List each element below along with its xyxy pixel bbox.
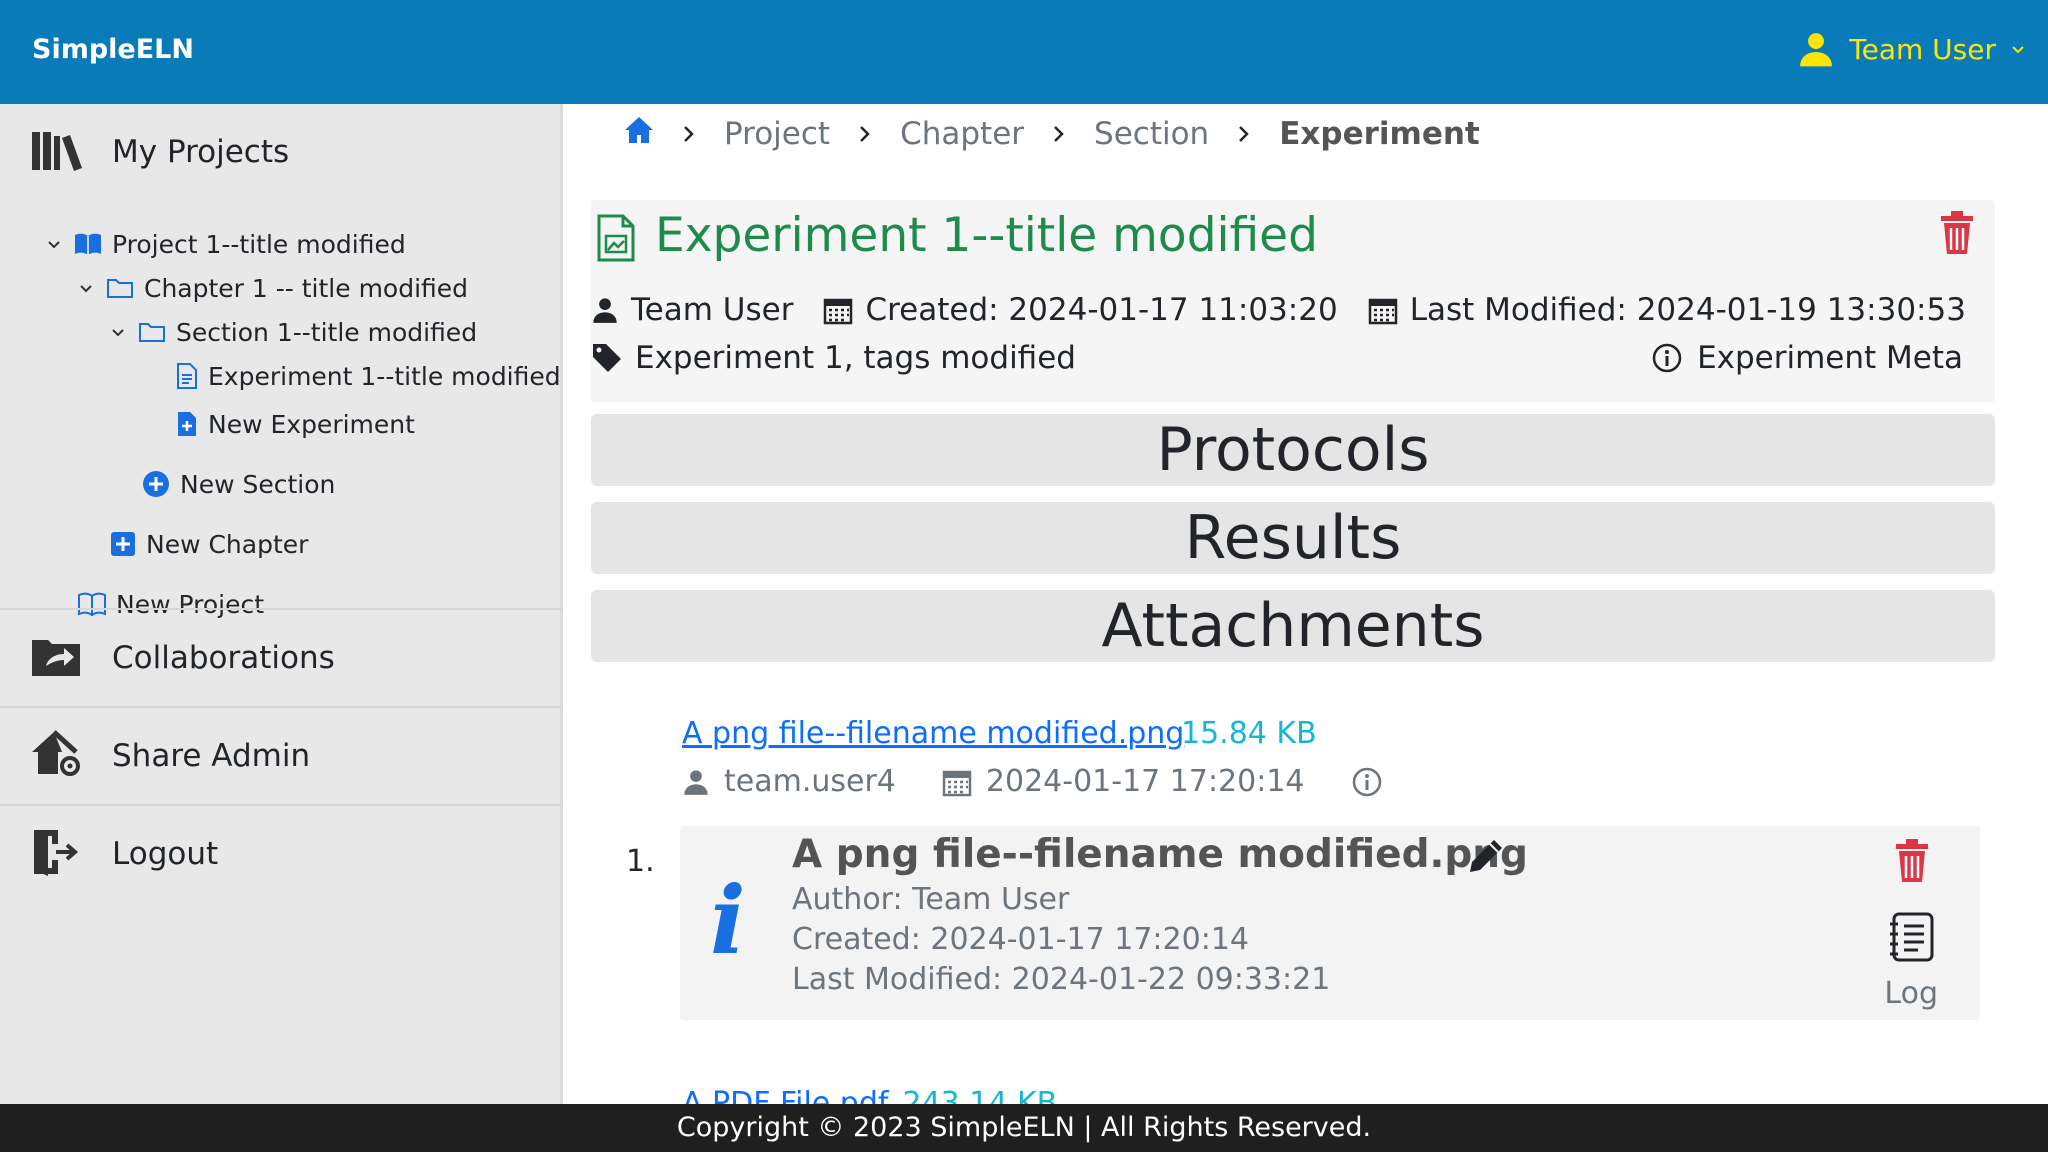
breadcrumb-chapter[interactable]: Chapter xyxy=(900,116,1024,152)
footer: Copyright © 2023 SimpleELN | All Rights … xyxy=(0,1104,2048,1152)
tree-item-new-section[interactable]: New Section xyxy=(136,464,335,504)
door-exit-icon xyxy=(30,828,80,880)
tag-icon xyxy=(591,342,623,374)
chevron-right-icon xyxy=(1052,124,1066,144)
attachment-link[interactable]: A png file--filename modified.png xyxy=(682,716,1184,751)
tree-label: New Chapter xyxy=(146,529,309,559)
attachment-link-next[interactable]: A PDF File.pdf 243.14 KB xyxy=(682,1086,1057,1104)
user-icon xyxy=(1797,30,1835,68)
folder-icon xyxy=(138,321,166,343)
user-menu-dropdown[interactable]: Team User xyxy=(1797,30,2026,68)
sidebar-item-my-projects[interactable]: My Projects xyxy=(0,104,563,200)
log-button[interactable]: Log xyxy=(1884,976,1938,1011)
file-chart-icon xyxy=(597,214,635,266)
notebook-icon[interactable] xyxy=(1888,912,1936,966)
tree-label: Section 1--title modified xyxy=(176,317,478,347)
delete-attachment-button[interactable] xyxy=(1892,838,1932,888)
tree-label: New Experiment xyxy=(208,409,415,439)
attachments-section-toggle[interactable]: Attachments xyxy=(591,590,1995,662)
breadcrumb: Project Chapter Section Experiment xyxy=(624,110,1480,158)
attachment-info-card: i A png file--filename modified.png Auth… xyxy=(680,826,1980,1020)
attachment-modified: Last Modified: 2024-01-22 09:33:21 xyxy=(792,962,1331,997)
library-books-icon xyxy=(30,128,84,176)
protocols-section-toggle[interactable]: Protocols xyxy=(591,414,1995,486)
tree-item-chapter[interactable]: Chapter 1 -- title modified xyxy=(72,268,468,308)
attachment-date: 2024-01-17 17:20:14 xyxy=(985,764,1305,799)
user-icon xyxy=(591,296,619,324)
sidebar-label: Share Admin xyxy=(112,738,311,774)
tree-item-new-experiment[interactable]: New Experiment xyxy=(170,404,415,444)
info-circle-icon xyxy=(1651,342,1683,374)
home-icon[interactable] xyxy=(624,115,654,153)
chevron-right-icon xyxy=(1237,124,1251,144)
top-navbar: SimpleELN Team User xyxy=(0,0,2048,104)
experiment-title[interactable]: Experiment 1--title modified xyxy=(655,208,1318,263)
calendar-icon xyxy=(942,767,972,797)
tree-item-section[interactable]: Section 1--title modified xyxy=(104,312,477,352)
tree-label: New Section xyxy=(180,469,336,499)
file-plus-icon xyxy=(176,411,198,437)
results-section-toggle[interactable]: Results xyxy=(591,502,1995,574)
attachment-uploader: team.user4 xyxy=(724,764,896,799)
attachment-meta: team.user4 2024-01-17 17:20:14 xyxy=(682,764,1397,799)
info-icon: i xyxy=(710,866,746,976)
experiment-meta-button[interactable]: Experiment Meta xyxy=(1651,340,1963,376)
plus-square-icon xyxy=(110,531,136,557)
list-number: 1. xyxy=(626,844,655,879)
folder-share-icon xyxy=(30,634,82,682)
chevron-down-icon xyxy=(2010,41,2026,57)
chevron-down-icon[interactable] xyxy=(40,236,68,252)
chevron-down-icon[interactable] xyxy=(104,324,132,340)
sidebar: My Projects Project 1--title modified Ch… xyxy=(0,104,563,1104)
tree-item-new-chapter[interactable]: New Chapter xyxy=(104,524,308,564)
sidebar-label: My Projects xyxy=(112,134,290,170)
tree-label: Experiment 1--title modified xyxy=(208,361,561,391)
sidebar-label: Logout xyxy=(112,836,219,872)
tree-item-project[interactable]: Project 1--title modified xyxy=(40,224,406,264)
experiment-author: Team User xyxy=(631,292,794,328)
delete-experiment-button[interactable] xyxy=(1937,210,1977,260)
pencil-icon[interactable] xyxy=(1466,836,1506,880)
next-attachment-size: 243.14 KB xyxy=(902,1086,1058,1104)
book-open-icon xyxy=(74,232,102,256)
sidebar-item-logout[interactable]: Logout xyxy=(0,806,563,902)
calendar-icon xyxy=(1368,295,1398,325)
info-circle-icon[interactable] xyxy=(1351,766,1383,798)
experiment-header-card: Experiment 1--title modified Team User C… xyxy=(591,200,1995,402)
sidebar-item-share-admin[interactable]: Share Admin xyxy=(0,708,563,804)
brand-logo[interactable]: SimpleELN xyxy=(32,34,194,65)
user-name: Team User xyxy=(1849,32,1996,66)
sidebar-item-collaborations[interactable]: Collaborations xyxy=(0,610,563,706)
experiment-modified: Last Modified: 2024-01-19 13:30:53 xyxy=(1409,292,1966,328)
tree-label: Project 1--title modified xyxy=(112,229,406,259)
attachment-size: 15.84 KB xyxy=(1181,716,1317,751)
chevron-right-icon xyxy=(682,124,696,144)
chevron-down-icon[interactable] xyxy=(72,280,100,296)
file-text-icon xyxy=(176,363,198,389)
experiment-tags[interactable]: Experiment 1, tags modified xyxy=(591,340,1076,376)
attachment-card-title: A png file--filename modified.png xyxy=(792,832,1528,877)
plus-circle-icon xyxy=(142,470,170,498)
experiment-meta-line: Team User Created: 2024-01-17 11:03:20 L… xyxy=(591,292,1966,328)
house-gear-icon xyxy=(30,730,82,782)
main-content: Project Chapter Section Experiment Exper… xyxy=(566,104,2048,1104)
experiment-created: Created: 2024-01-17 11:03:20 xyxy=(865,292,1338,328)
tree-item-experiment[interactable]: Experiment 1--title modified xyxy=(170,356,561,396)
breadcrumb-project[interactable]: Project xyxy=(724,116,830,152)
breadcrumb-active: Experiment xyxy=(1279,116,1480,152)
tags-text: Experiment 1, tags modified xyxy=(635,340,1076,376)
breadcrumb-section[interactable]: Section xyxy=(1094,116,1209,152)
user-icon xyxy=(682,768,710,796)
chevron-right-icon xyxy=(858,124,872,144)
folder-icon xyxy=(106,277,134,299)
next-attachment-filename: A PDF File.pdf xyxy=(682,1086,889,1104)
attachment-created: Created: 2024-01-17 17:20:14 xyxy=(792,922,1249,957)
attachment-author: Author: Team User xyxy=(792,882,1070,917)
calendar-icon xyxy=(823,295,853,325)
experiment-meta-label: Experiment Meta xyxy=(1697,340,1963,376)
sidebar-label: Collaborations xyxy=(112,640,335,676)
tree-label: Chapter 1 -- title modified xyxy=(144,273,469,303)
